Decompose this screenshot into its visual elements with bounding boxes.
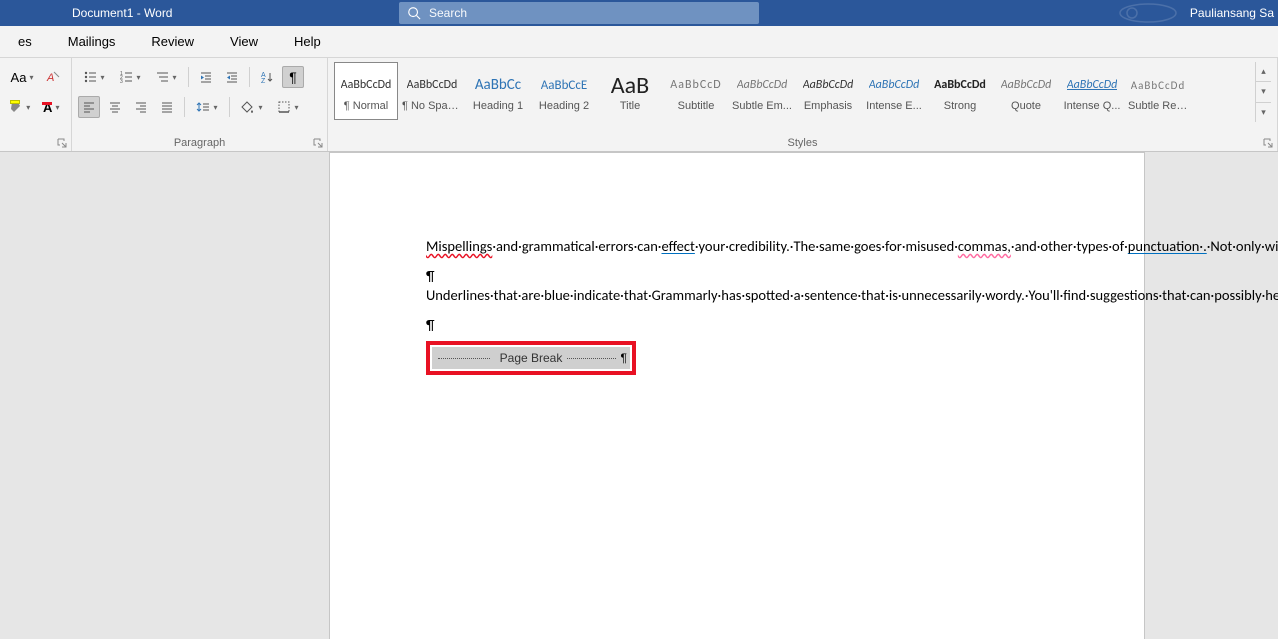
- tab-references-partial[interactable]: es: [0, 34, 50, 49]
- search-box[interactable]: Search: [399, 2, 759, 24]
- styles-scroll-up[interactable]: ▴: [1256, 62, 1271, 82]
- style-item--normal[interactable]: AaBbCcDd¶ Normal: [334, 62, 398, 120]
- style-name: Subtle Ref...: [1128, 100, 1188, 112]
- style-name: Intense Q...: [1064, 100, 1121, 112]
- tab-help[interactable]: Help: [276, 34, 339, 49]
- font-group: Aa▾ A ▾ A▾: [0, 58, 72, 151]
- style-preview: AaBbCcD: [670, 70, 721, 100]
- font-group-launcher[interactable]: [57, 138, 67, 148]
- style-preview: AaBbCcDd: [1001, 70, 1052, 100]
- styles-scroll-down[interactable]: ▾: [1256, 82, 1271, 102]
- styles-group: AaBbCcDd¶ NormalAaBbCcDd¶ No Spac...AaBb…: [328, 58, 1278, 151]
- document-title: Document1 - Word: [72, 6, 172, 20]
- style-item-emphasis[interactable]: AaBbCcDdEmphasis: [796, 62, 860, 120]
- increase-indent-button[interactable]: [221, 66, 243, 88]
- style-preview: AaBbCcDd: [737, 70, 788, 100]
- clear-formatting-button[interactable]: A: [42, 66, 64, 88]
- style-item-strong[interactable]: AaBbCcDdStrong: [928, 62, 992, 120]
- align-right-button[interactable]: [130, 96, 152, 118]
- style-preview: AaBbCcDd: [341, 70, 392, 100]
- tab-mailings[interactable]: Mailings: [50, 34, 134, 49]
- style-preview: AaBbCcDd: [407, 70, 458, 100]
- paragraph-1[interactable]: Mispellings·and·grammatical·errors·can·e…: [426, 237, 1066, 257]
- tab-view[interactable]: View: [212, 34, 276, 49]
- style-preview: AaBbCcE: [541, 70, 587, 100]
- title-bar: Document1 - Word Search Pauliansang Sa: [0, 0, 1278, 26]
- style-preview: AaBbCc: [475, 70, 521, 100]
- align-center-button[interactable]: [104, 96, 126, 118]
- align-left-button[interactable]: [78, 96, 100, 118]
- line-spacing-button[interactable]: ▾: [191, 96, 223, 118]
- svg-text:A: A: [46, 72, 54, 84]
- style-preview: AaB: [611, 70, 649, 100]
- ribbon-tabs: es Mailings Review View Help: [0, 26, 1278, 58]
- styles-scroll: ▴ ▾ ▾: [1255, 62, 1271, 122]
- font-color-sample: [42, 102, 52, 105]
- style-preview: AaBbCcDd: [869, 70, 920, 100]
- search-icon: [407, 6, 421, 20]
- bullets-button[interactable]: ▾: [78, 66, 110, 88]
- style-item-intense-q-[interactable]: AaBbCcDdIntense Q...: [1060, 62, 1124, 120]
- style-name: Title: [620, 100, 640, 112]
- style-name: Intense E...: [866, 100, 922, 112]
- search-placeholder: Search: [429, 6, 467, 20]
- styles-more-button[interactable]: ▾: [1256, 103, 1271, 122]
- style-preview: AaBbCcDd: [1131, 70, 1185, 100]
- style-name: Strong: [944, 100, 976, 112]
- shading-button[interactable]: ▾: [236, 96, 268, 118]
- numbering-button[interactable]: 123▾: [114, 66, 146, 88]
- style-item-intense-e-[interactable]: AaBbCcDdIntense E...: [862, 62, 926, 120]
- style-name: ¶ No Spac...: [402, 100, 462, 112]
- decrease-indent-button[interactable]: [195, 66, 217, 88]
- style-name: Subtitle: [678, 100, 715, 112]
- paragraph-group-launcher[interactable]: [313, 138, 323, 148]
- tab-review[interactable]: Review: [133, 34, 212, 49]
- style-preview: AaBbCcDd: [934, 70, 986, 100]
- style-item-subtle-em-[interactable]: AaBbCcDdSubtle Em...: [730, 62, 794, 120]
- page-break-marker[interactable]: Page Break ¶: [432, 347, 630, 369]
- borders-button[interactable]: ▾: [272, 96, 304, 118]
- change-case-button[interactable]: Aa▾: [6, 66, 38, 88]
- style-item-subtle-ref-[interactable]: AaBbCcDdSubtle Ref...: [1126, 62, 1190, 120]
- style-preview: AaBbCcDd: [803, 70, 854, 100]
- highlight-color-sample: [10, 100, 20, 104]
- page[interactable]: Mispellings·and·grammatical·errors·can·e…: [329, 152, 1145, 639]
- style-name: Quote: [1011, 100, 1041, 112]
- style-name: Emphasis: [804, 100, 852, 112]
- paragraph-2[interactable]: Underlines·that·are·blue·indicate·that·G…: [426, 286, 1066, 306]
- show-hide-marks-button[interactable]: ¶: [282, 66, 304, 88]
- style-name: Subtle Em...: [732, 100, 792, 112]
- styles-gallery: AaBbCcDd¶ NormalAaBbCcDd¶ No Spac...AaBb…: [334, 62, 1255, 122]
- style-item-title[interactable]: AaBTitle: [598, 62, 662, 120]
- style-name: ¶ Normal: [344, 100, 388, 112]
- user-name: Pauliansang Sa: [1190, 6, 1274, 20]
- styles-group-launcher[interactable]: [1263, 138, 1273, 148]
- paragraph-group-label: Paragraph: [72, 137, 327, 149]
- style-name: Heading 2: [539, 100, 589, 112]
- paragraph-group: ▾ 123▾ ▾ AZ ¶ ▾ ▾ ▾ Paragraph: [72, 58, 328, 151]
- page-break-highlight: Page Break ¶: [426, 341, 636, 375]
- document-canvas: Mispellings·and·grammatical·errors·can·e…: [0, 152, 1278, 639]
- svg-text:3: 3: [120, 79, 123, 84]
- empty-paragraph-1[interactable]: ¶: [426, 267, 1066, 287]
- styles-group-label: Styles: [328, 137, 1277, 149]
- style-item-quote[interactable]: AaBbCcDdQuote: [994, 62, 1058, 120]
- multilevel-list-button[interactable]: ▾: [150, 66, 182, 88]
- style-name: Heading 1: [473, 100, 523, 112]
- style-item-heading-1[interactable]: AaBbCcHeading 1: [466, 62, 530, 120]
- page-break-pilcrow: ¶: [621, 351, 627, 365]
- style-item--no-spac-[interactable]: AaBbCcDd¶ No Spac...: [400, 62, 464, 120]
- style-preview: AaBbCcDd: [1067, 70, 1118, 100]
- style-item-subtitle[interactable]: AaBbCcDSubtitle: [664, 62, 728, 120]
- font-color-button[interactable]: A▾: [38, 96, 66, 118]
- empty-paragraph-2[interactable]: ¶: [426, 316, 1066, 336]
- justify-button[interactable]: [156, 96, 178, 118]
- sort-button[interactable]: AZ: [256, 66, 278, 88]
- ribbon: Aa▾ A ▾ A▾ ▾ 123▾ ▾ AZ ¶ ▾: [0, 58, 1278, 152]
- account-sync-icon: [1118, 2, 1178, 24]
- svg-text:Z: Z: [261, 78, 266, 84]
- page-break-label: Page Break: [496, 351, 567, 365]
- style-item-heading-2[interactable]: AaBbCcEHeading 2: [532, 62, 596, 120]
